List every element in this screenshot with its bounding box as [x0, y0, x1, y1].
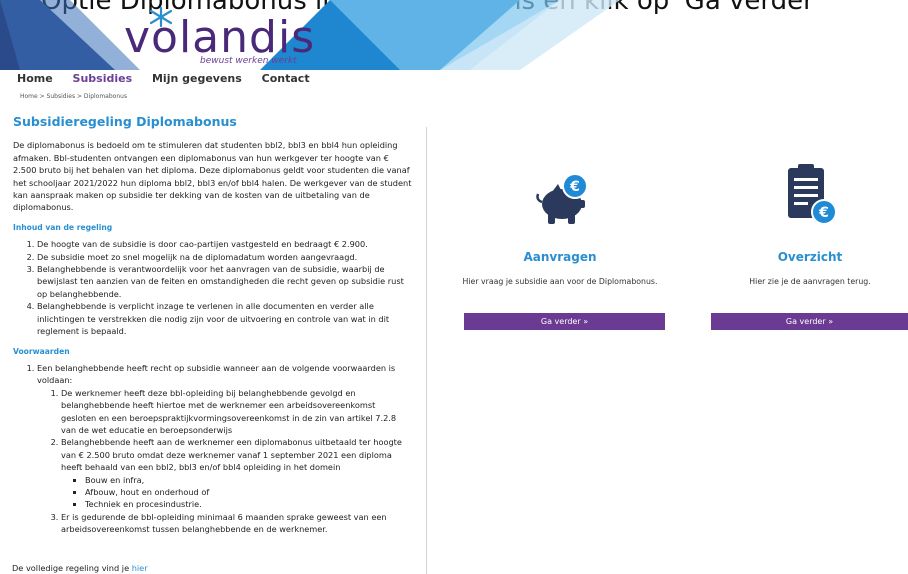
condition-text: Een belanghebbende heeft recht op subsid…	[37, 362, 396, 386]
card-overzicht: € Overzicht Hier zie je de aanvragen ter…	[710, 160, 908, 286]
page-title: Subsidieregeling Diplomabonus	[13, 114, 237, 129]
main-nav: Home Subsidies Mijn gegevens Contact	[17, 72, 326, 85]
list-item: Bouw en infra,	[85, 474, 413, 486]
inhoud-list: De hoogte van de subsidie is door cao-pa…	[13, 238, 413, 337]
list-item: Een belanghebbende heeft recht op subsid…	[37, 362, 413, 536]
card-description: Hier vraag je subsidie aan voor de Diplo…	[462, 277, 658, 286]
card-title: Aanvragen	[523, 250, 597, 264]
regulation-content: Subsidieregeling Diplomabonus De diploma…	[13, 114, 413, 536]
card-aanvragen: € Aanvragen Hier vraag je subsidie aan v…	[460, 160, 660, 286]
volandis-logo[interactable]: volandis bewust werken werkt	[124, 6, 315, 66]
list-item: De subsidie moet zo snel mogelijk na de …	[37, 251, 413, 263]
domain-list: Bouw en infra, Afbouw, hout en onderhoud…	[61, 474, 413, 511]
section-heading-inhoud: Inhoud van de regeling	[13, 222, 113, 232]
sub-condition-list: De werknemer heeft deze bbl-opleiding bi…	[37, 387, 413, 536]
voorwaarden-list: Een belanghebbende heeft recht op subsid…	[13, 362, 413, 536]
svg-text:€: €	[569, 179, 580, 195]
nav-subsidies[interactable]: Subsidies	[73, 72, 133, 85]
nav-mijn-gegevens[interactable]: Mijn gegevens	[152, 72, 242, 85]
list-item: De werknemer heeft deze bbl-opleiding bi…	[61, 387, 413, 437]
column-divider	[426, 127, 427, 574]
list-item: Techniek en procesindustrie.	[85, 498, 413, 510]
logo-tagline: bewust werken werkt	[200, 56, 297, 66]
breadcrumb[interactable]: Home > Subsidies > Diplomabonus	[20, 93, 127, 100]
list-item: Afbouw, hout en onderhoud of	[85, 486, 413, 498]
condition-text: Belanghebbende heeft aan de werknemer ee…	[61, 437, 402, 473]
nav-home[interactable]: Home	[17, 72, 53, 85]
section-heading-voorwaarden: Voorwaarden	[13, 346, 70, 356]
list-item: Belanghebbende is verantwoordelijk voor …	[37, 263, 413, 300]
card-description: Hier zie je de aanvragen terug.	[749, 277, 871, 286]
nav-contact[interactable]: Contact	[262, 72, 310, 85]
clipboard-euro-icon: €	[710, 160, 908, 230]
header-banner: volandis bewust werken werkt	[0, 0, 908, 70]
list-item: Belanghebbende heeft aan de werknemer ee…	[61, 436, 413, 510]
ga-verder-overzicht-button[interactable]: Ga verder »	[711, 313, 908, 330]
full-regulation-note: De volledige regeling vind je hier	[12, 563, 148, 573]
card-title: Overzicht	[777, 250, 843, 264]
footer-text: De volledige regeling vind je	[12, 563, 132, 573]
ga-verder-aanvragen-button[interactable]: Ga verder »	[464, 313, 665, 330]
list-item: Belanghebbende is verplicht inzage te ve…	[37, 300, 413, 337]
intro-text: De diplomabonus is bedoeld om te stimule…	[13, 140, 412, 213]
list-item: Er is gedurende de bbl-opleiding minimaa…	[61, 511, 413, 536]
logo-star-icon	[149, 6, 173, 28]
list-item: De hoogte van de subsidie is door cao-pa…	[37, 238, 413, 250]
regulation-link[interactable]: hier	[132, 563, 148, 573]
piggy-bank-euro-icon: €	[460, 160, 660, 230]
svg-text:€: €	[818, 205, 829, 221]
